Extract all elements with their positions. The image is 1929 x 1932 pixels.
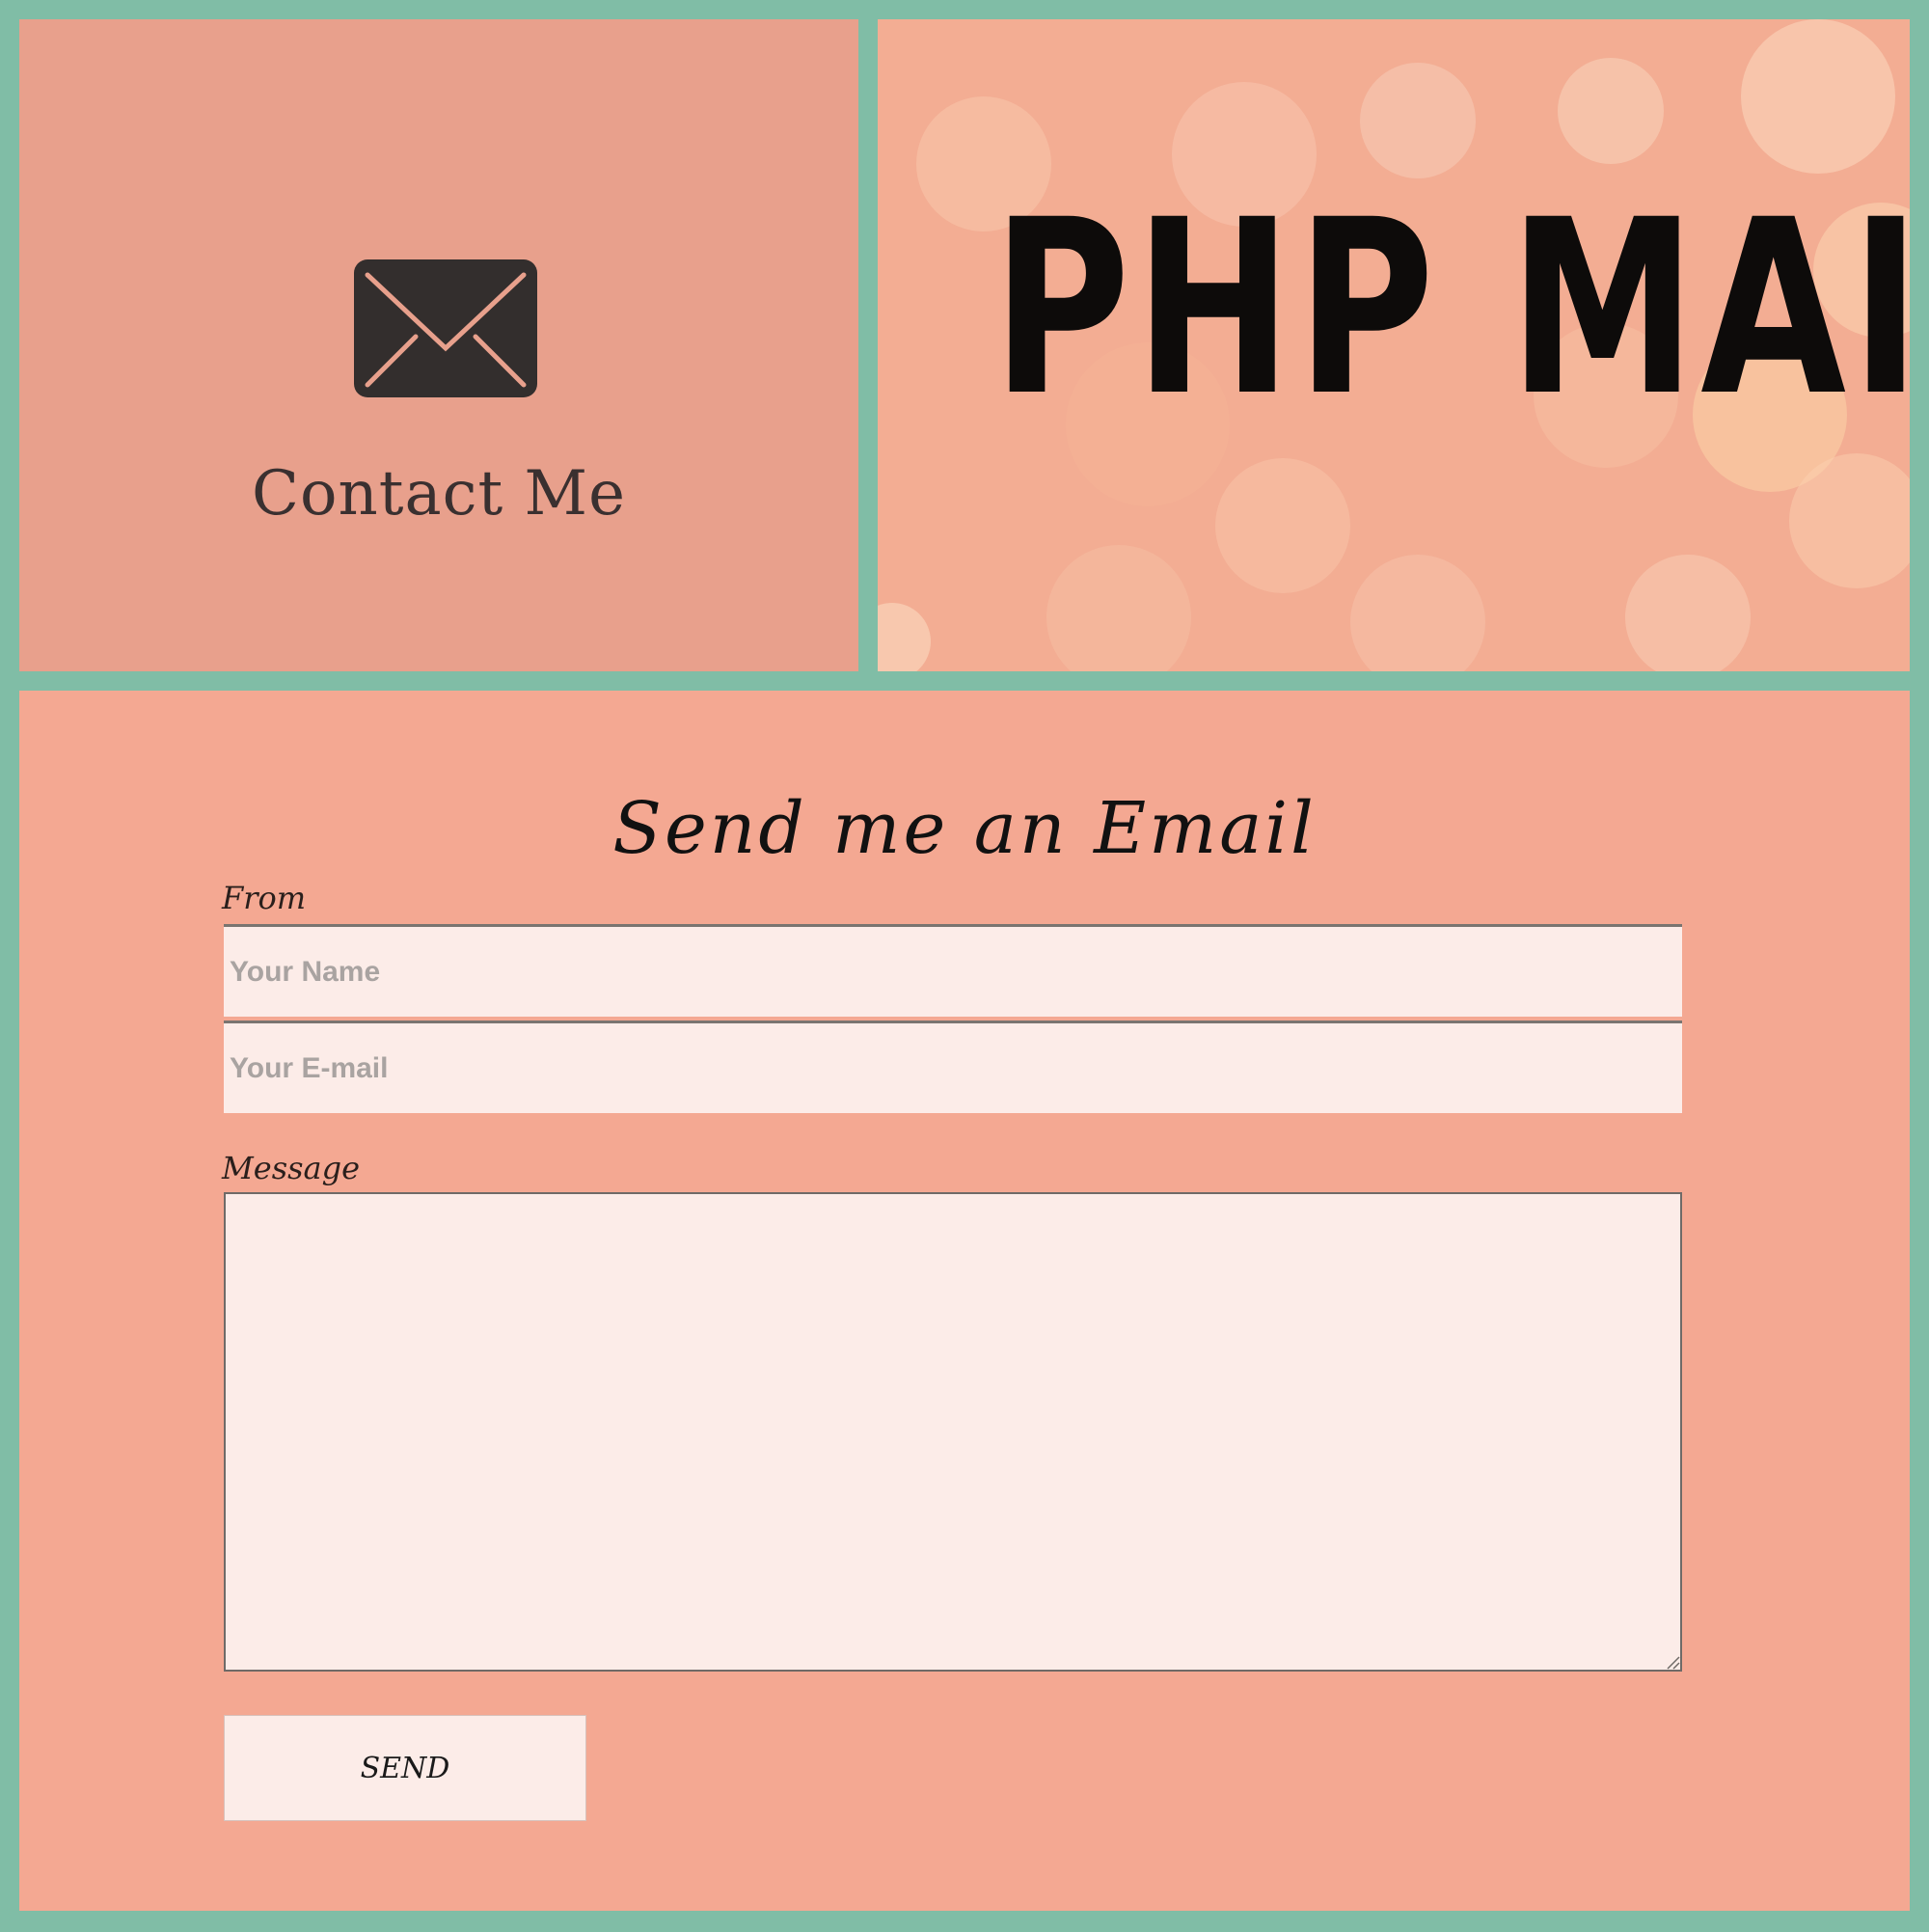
name-input[interactable] bbox=[224, 924, 1682, 1017]
banner-title: PHP MAIL bbox=[992, 168, 1910, 449]
message-textarea[interactable] bbox=[224, 1192, 1682, 1672]
banner-panel: PHP MAIL bbox=[878, 19, 1910, 671]
resize-grip-icon[interactable] bbox=[1665, 1654, 1680, 1670]
send-button[interactable]: SEND bbox=[224, 1715, 586, 1821]
envelope-icon bbox=[354, 259, 537, 397]
from-label: From bbox=[222, 880, 307, 916]
email-input[interactable] bbox=[224, 1020, 1682, 1113]
contact-form: Send me an Email From Message SEND bbox=[19, 691, 1910, 1911]
form-heading: Send me an Email bbox=[612, 787, 1317, 870]
message-label: Message bbox=[222, 1150, 361, 1186]
contact-panel: Contact Me bbox=[19, 19, 858, 671]
contact-title: Contact Me bbox=[252, 458, 626, 530]
